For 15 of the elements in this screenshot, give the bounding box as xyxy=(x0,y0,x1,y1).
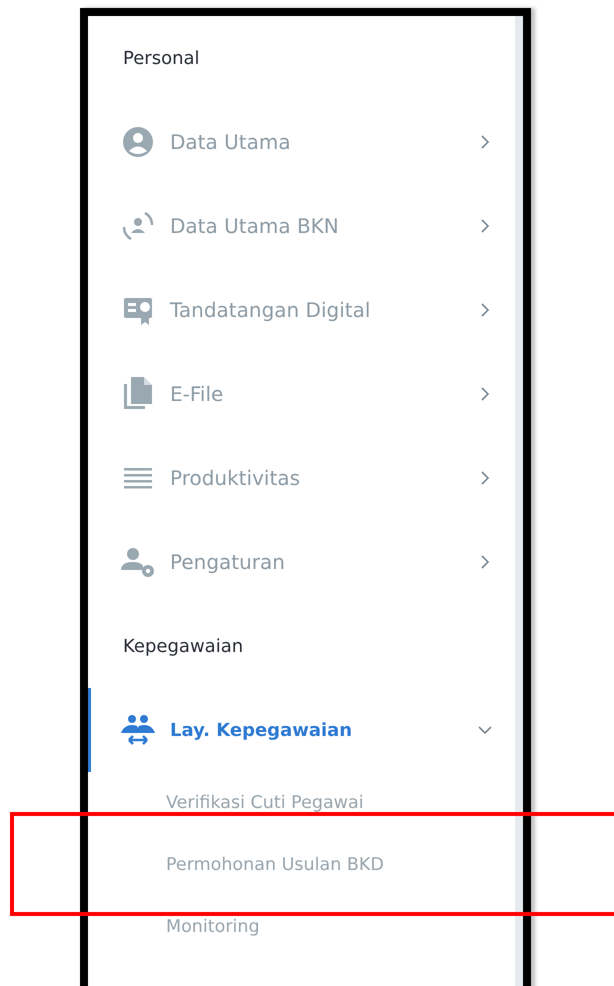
submenu-item[interactable]: Permohonan Usulan BKD xyxy=(166,855,384,875)
menu-item[interactable]: Data Utama xyxy=(88,100,515,184)
submenu-item[interactable]: Monitoring xyxy=(166,917,260,937)
menu-item[interactable]: Pengaturan xyxy=(88,520,515,604)
user-circle-icon xyxy=(121,125,155,159)
menu-item[interactable]: Data Utama BKN xyxy=(88,184,515,268)
section-heading: Kepegawaian xyxy=(122,634,244,658)
section-heading: Personal xyxy=(122,46,201,70)
submenu-item[interactable]: Verifikasi Cuti Pegawai xyxy=(166,793,364,813)
menu-item[interactable]: Tandatangan Digital xyxy=(88,268,515,352)
people-swap-icon xyxy=(120,714,156,746)
menu-item[interactable]: Produktivitas xyxy=(88,436,515,520)
menu-item[interactable]: E-File xyxy=(88,352,515,436)
list-icon xyxy=(124,467,152,489)
user-gear-icon xyxy=(119,546,157,578)
